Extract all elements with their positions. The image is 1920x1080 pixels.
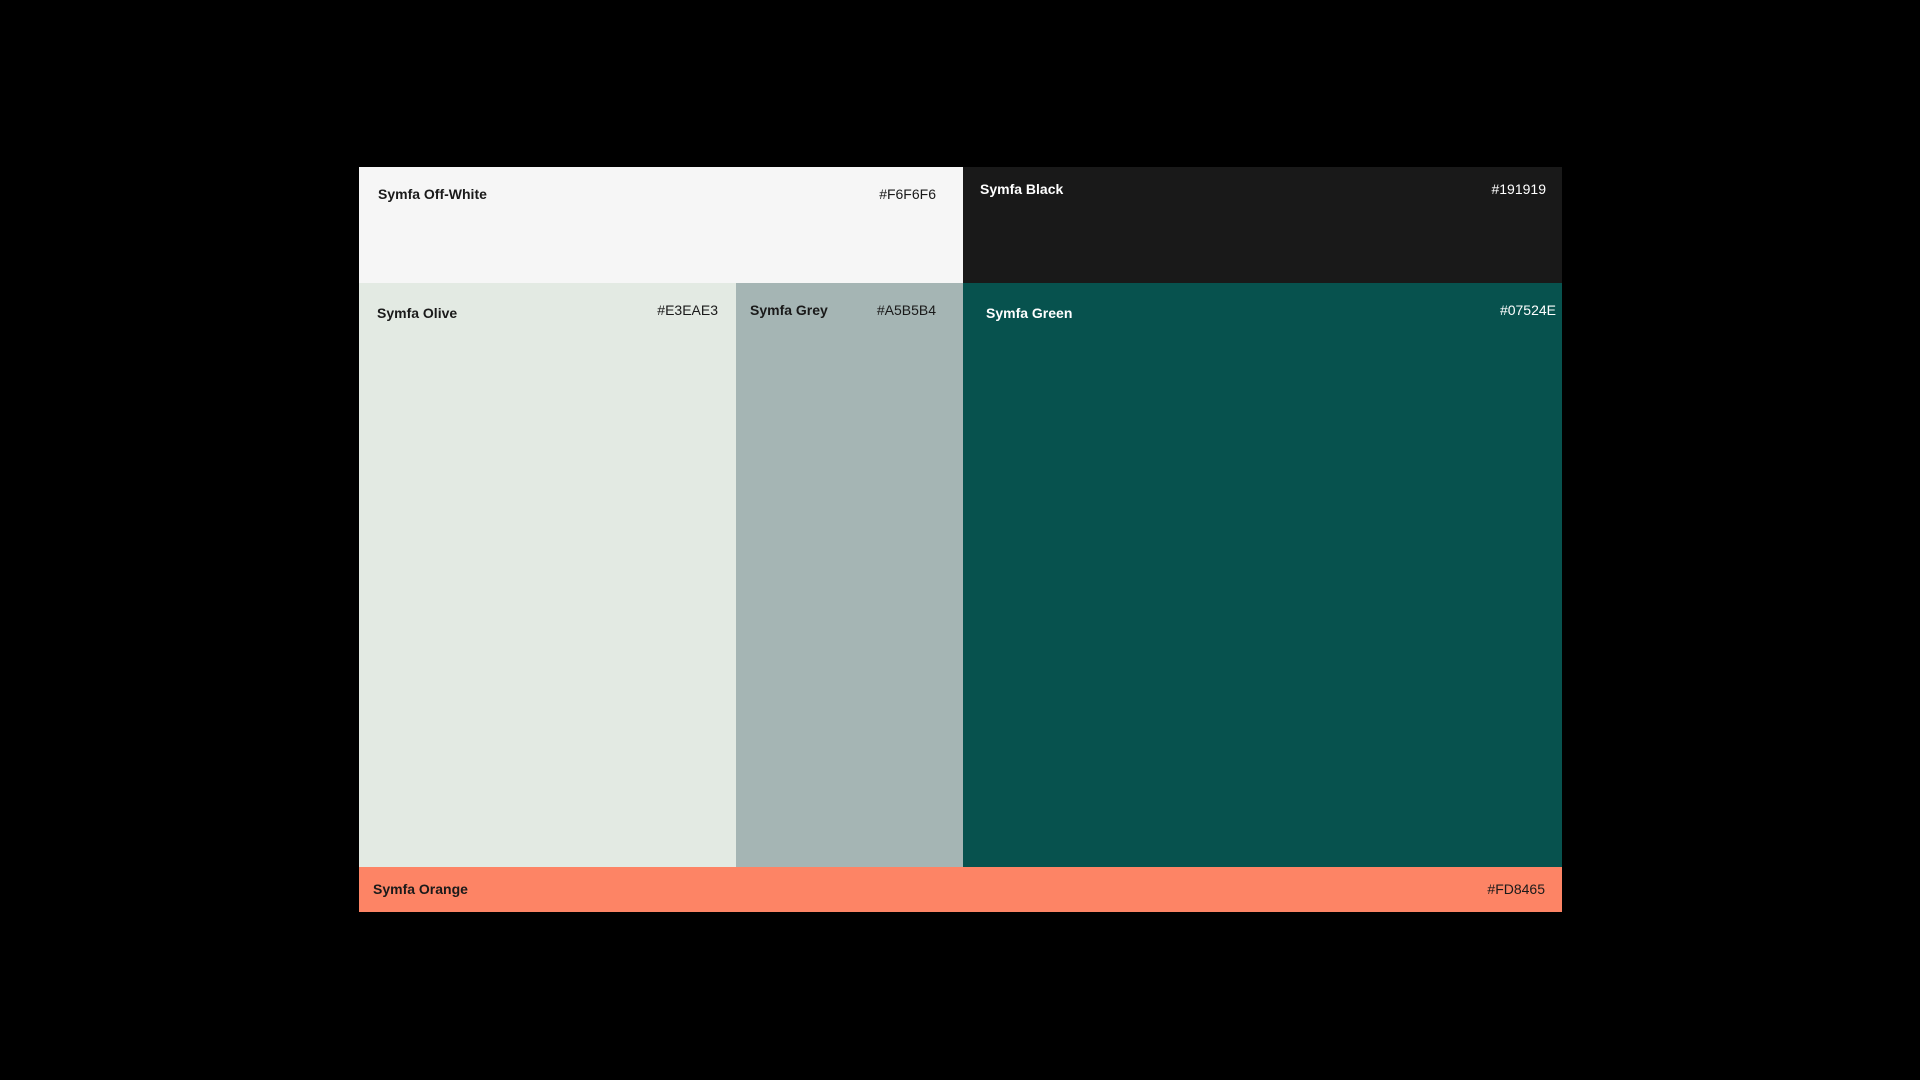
swatch-hex: #E3EAE3 — [657, 302, 718, 318]
swatch-orange: Symfa Orange #FD8465 — [359, 867, 1562, 912]
swatch-name: Symfa Green — [986, 305, 1073, 321]
swatch-name: Symfa Off-White — [378, 186, 487, 202]
swatch-black: Symfa Black #191919 — [963, 167, 1562, 283]
swatch-hex: #A5B5B4 — [876, 302, 936, 318]
swatch-green: Symfa Green #07524E — [963, 283, 1562, 867]
swatch-name: Symfa Orange — [373, 881, 468, 897]
color-palette: Symfa Off-White #F6F6F6 Symfa Black #191… — [359, 167, 1562, 912]
swatch-name: Symfa Black — [980, 181, 1064, 197]
swatch-hex: #07524E — [1499, 302, 1556, 318]
swatch-hex: #FD8465 — [1487, 881, 1545, 897]
swatch-off-white: Symfa Off-White #F6F6F6 — [359, 167, 963, 283]
swatch-name: Symfa Olive — [377, 305, 458, 321]
swatch-olive: Symfa Olive #E3EAE3 — [359, 283, 736, 867]
swatch-name: Symfa Grey — [750, 302, 828, 318]
swatch-grey: Symfa Grey #A5B5B4 — [736, 283, 963, 867]
swatch-hex: #F6F6F6 — [879, 186, 936, 202]
swatch-hex: #191919 — [1491, 181, 1546, 197]
